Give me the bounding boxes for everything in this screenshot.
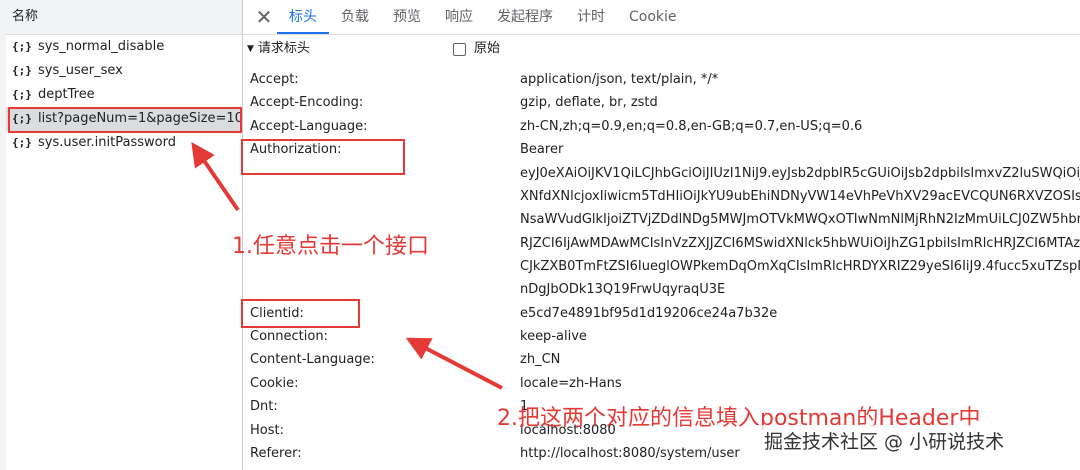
- watermark: 掘金技术社区 @ 小研说技术: [756, 425, 1013, 459]
- arrow-to-clientid: [405, 337, 503, 390]
- annotation-step-1: 1.任意点击一个接口: [232, 234, 429, 259]
- arrow-to-request: [191, 142, 240, 212]
